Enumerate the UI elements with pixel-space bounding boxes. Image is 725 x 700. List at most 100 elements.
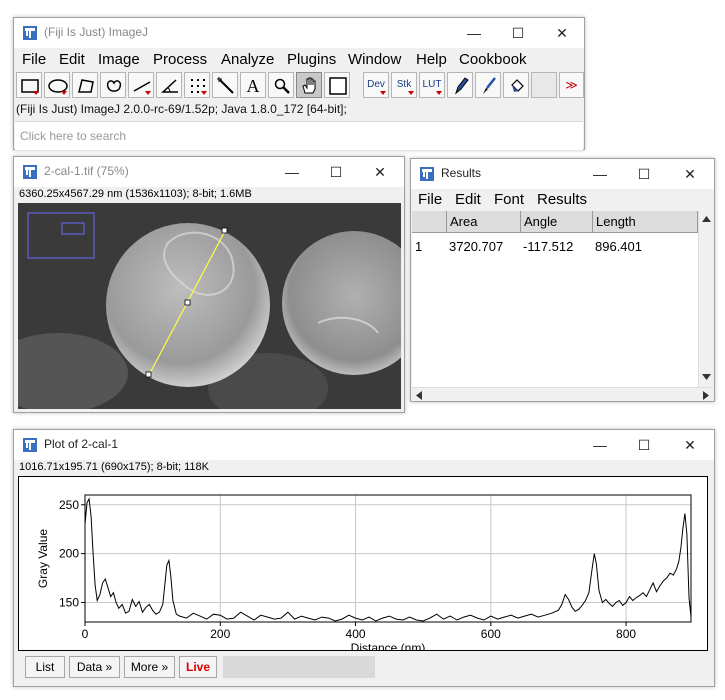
maximize-button[interactable]: ☐ xyxy=(622,430,666,460)
cell-angle: -117.512 xyxy=(523,239,574,254)
menu-help[interactable]: Help xyxy=(416,51,447,68)
hand-tool[interactable] xyxy=(296,72,322,98)
paint-bucket-icon xyxy=(511,79,524,92)
fiji-app-icon xyxy=(23,26,37,40)
imagej-titlebar: (Fiji Is Just) ImageJ — ☐ ✕ xyxy=(14,18,584,48)
x-tick-label: 200 xyxy=(210,627,230,641)
maximize-button[interactable]: ☐ xyxy=(314,157,358,187)
text-tool[interactable]: A xyxy=(240,72,266,98)
x-tick-label: 400 xyxy=(346,627,366,641)
freehand-tool[interactable] xyxy=(100,72,126,98)
table-row[interactable]: 1 3720.707 -117.512 896.401 xyxy=(412,235,698,257)
line-handle-end[interactable] xyxy=(145,371,152,378)
x-tick-label: 600 xyxy=(481,627,501,641)
rectangle-tool[interactable] xyxy=(16,72,42,98)
point-tool[interactable] xyxy=(184,72,210,98)
search-placeholder: Click here to search xyxy=(20,129,127,143)
plot-info: 1016.71x195.71 (690x175); 8-bit; 118K xyxy=(19,461,209,473)
flood-fill-tool[interactable] xyxy=(503,72,529,98)
toolbar: A Dev Stk LUT ≫ xyxy=(16,72,584,99)
menu-plugins[interactable]: Plugins xyxy=(287,51,336,68)
horizontal-scrollbar[interactable] xyxy=(412,387,713,401)
menu-image[interactable]: Image xyxy=(98,51,140,68)
cell-area: 3720.707 xyxy=(449,239,504,254)
wand-tool[interactable] xyxy=(212,72,238,98)
list-button[interactable]: List xyxy=(25,656,65,678)
results-menu-file[interactable]: File xyxy=(418,191,442,208)
brush-tool[interactable] xyxy=(475,72,501,98)
stk-menu-tool[interactable]: Stk xyxy=(391,72,417,98)
menu-analyze[interactable]: Analyze xyxy=(221,51,274,68)
multipoint-icon xyxy=(191,79,205,93)
minimize-button[interactable]: — xyxy=(578,430,622,460)
cell-length: 896.401 xyxy=(595,239,642,254)
column-header-angle[interactable]: Angle xyxy=(521,211,593,233)
dropdown-indicator xyxy=(408,91,414,95)
plot-titlebar: Plot of 2-cal-1 — ☐ ✕ xyxy=(14,430,714,460)
dev-menu-tool[interactable]: Dev xyxy=(363,72,389,98)
maximize-button[interactable]: ☐ xyxy=(496,18,540,48)
fiji-app-icon xyxy=(23,438,37,452)
close-button[interactable]: ✕ xyxy=(358,157,402,187)
plot-title: Plot of 2-cal-1 xyxy=(44,437,119,451)
angle-tool[interactable] xyxy=(156,72,182,98)
image-window: 2-cal-1.tif (75%) — ☐ ✕ 6360.25x4567.29 … xyxy=(13,156,405,413)
polygon-icon xyxy=(78,79,94,93)
image-info: 6360.25x4567.29 nm (1536x1103); 8-bit; 1… xyxy=(19,188,252,200)
fiji-app-icon xyxy=(23,165,37,179)
minimize-button[interactable]: — xyxy=(270,157,314,187)
menu-cookbook[interactable]: Cookbook xyxy=(459,51,527,68)
data-button[interactable]: Data » xyxy=(69,656,120,678)
scroll-left-arrow-icon[interactable] xyxy=(416,391,422,400)
menu-process[interactable]: Process xyxy=(153,51,207,68)
dropdown-indicator xyxy=(380,91,386,95)
column-header-length[interactable]: Length xyxy=(593,211,698,233)
line-tool[interactable] xyxy=(128,72,154,98)
lut-menu-tool[interactable]: LUT xyxy=(419,72,445,98)
column-header-area[interactable]: Area xyxy=(447,211,521,233)
more-button[interactable]: More » xyxy=(124,656,175,678)
minimize-button[interactable]: — xyxy=(452,18,496,48)
minimize-button[interactable]: — xyxy=(578,159,622,189)
dropdown-indicator xyxy=(33,91,39,95)
line-handle-start[interactable] xyxy=(221,227,228,234)
imagej-status-bar: (Fiji Is Just) ImageJ 2.0.0-rc-69/1.52p;… xyxy=(16,102,584,120)
maximize-button[interactable]: ☐ xyxy=(622,159,666,189)
color-picker-tool[interactable] xyxy=(324,72,350,98)
fiji-app-icon xyxy=(420,167,434,181)
close-button[interactable]: ✕ xyxy=(668,159,712,189)
results-menu-font[interactable]: Font xyxy=(494,191,524,208)
more-tools-button[interactable]: ≫ xyxy=(559,72,584,98)
zoom-tool[interactable] xyxy=(268,72,294,98)
search-bar[interactable]: Click here to search xyxy=(15,121,583,150)
vertical-scrollbar[interactable] xyxy=(698,211,713,387)
cell-index: 1 xyxy=(415,239,423,254)
close-button[interactable]: ✕ xyxy=(668,430,712,460)
menu-file[interactable]: File xyxy=(22,51,46,68)
image-canvas[interactable] xyxy=(18,203,401,409)
plot-canvas[interactable]: 0 200 400 600 800 150 200 250 Distance (nm) Gra… xyxy=(18,476,708,651)
color-swatch-icon xyxy=(329,77,347,95)
close-button[interactable]: ✕ xyxy=(540,18,584,48)
image-titlebar: 2-cal-1.tif (75%) — ☐ ✕ xyxy=(14,157,404,187)
y-axis-label: Gray Value xyxy=(36,529,50,588)
line-handle-middle[interactable] xyxy=(184,299,191,306)
results-window: Results — ☐ ✕ File Edit Font Results Are… xyxy=(410,158,715,402)
polygon-tool[interactable] xyxy=(72,72,98,98)
oval-tool[interactable] xyxy=(44,72,70,98)
results-menu-results[interactable]: Results xyxy=(537,191,587,208)
scroll-up-arrow-icon[interactable] xyxy=(702,216,711,222)
imagej-title: (Fiji Is Just) ImageJ xyxy=(44,25,149,39)
column-header-index[interactable] xyxy=(412,211,447,233)
brush-icon xyxy=(483,77,496,94)
pencil-tool[interactable] xyxy=(447,72,473,98)
live-button[interactable]: Live xyxy=(179,656,217,678)
results-menubar: File Edit Font Results xyxy=(411,189,714,211)
menu-edit[interactable]: Edit xyxy=(59,51,85,68)
menu-window[interactable]: Window xyxy=(348,51,401,68)
scroll-down-arrow-icon[interactable] xyxy=(702,374,711,380)
y-tick-label: 200 xyxy=(59,547,79,561)
results-menu-edit[interactable]: Edit xyxy=(455,191,481,208)
status-text: (Fiji Is Just) ImageJ 2.0.0-rc-69/1.52p;… xyxy=(16,102,347,116)
scroll-right-arrow-icon[interactable] xyxy=(703,391,709,400)
